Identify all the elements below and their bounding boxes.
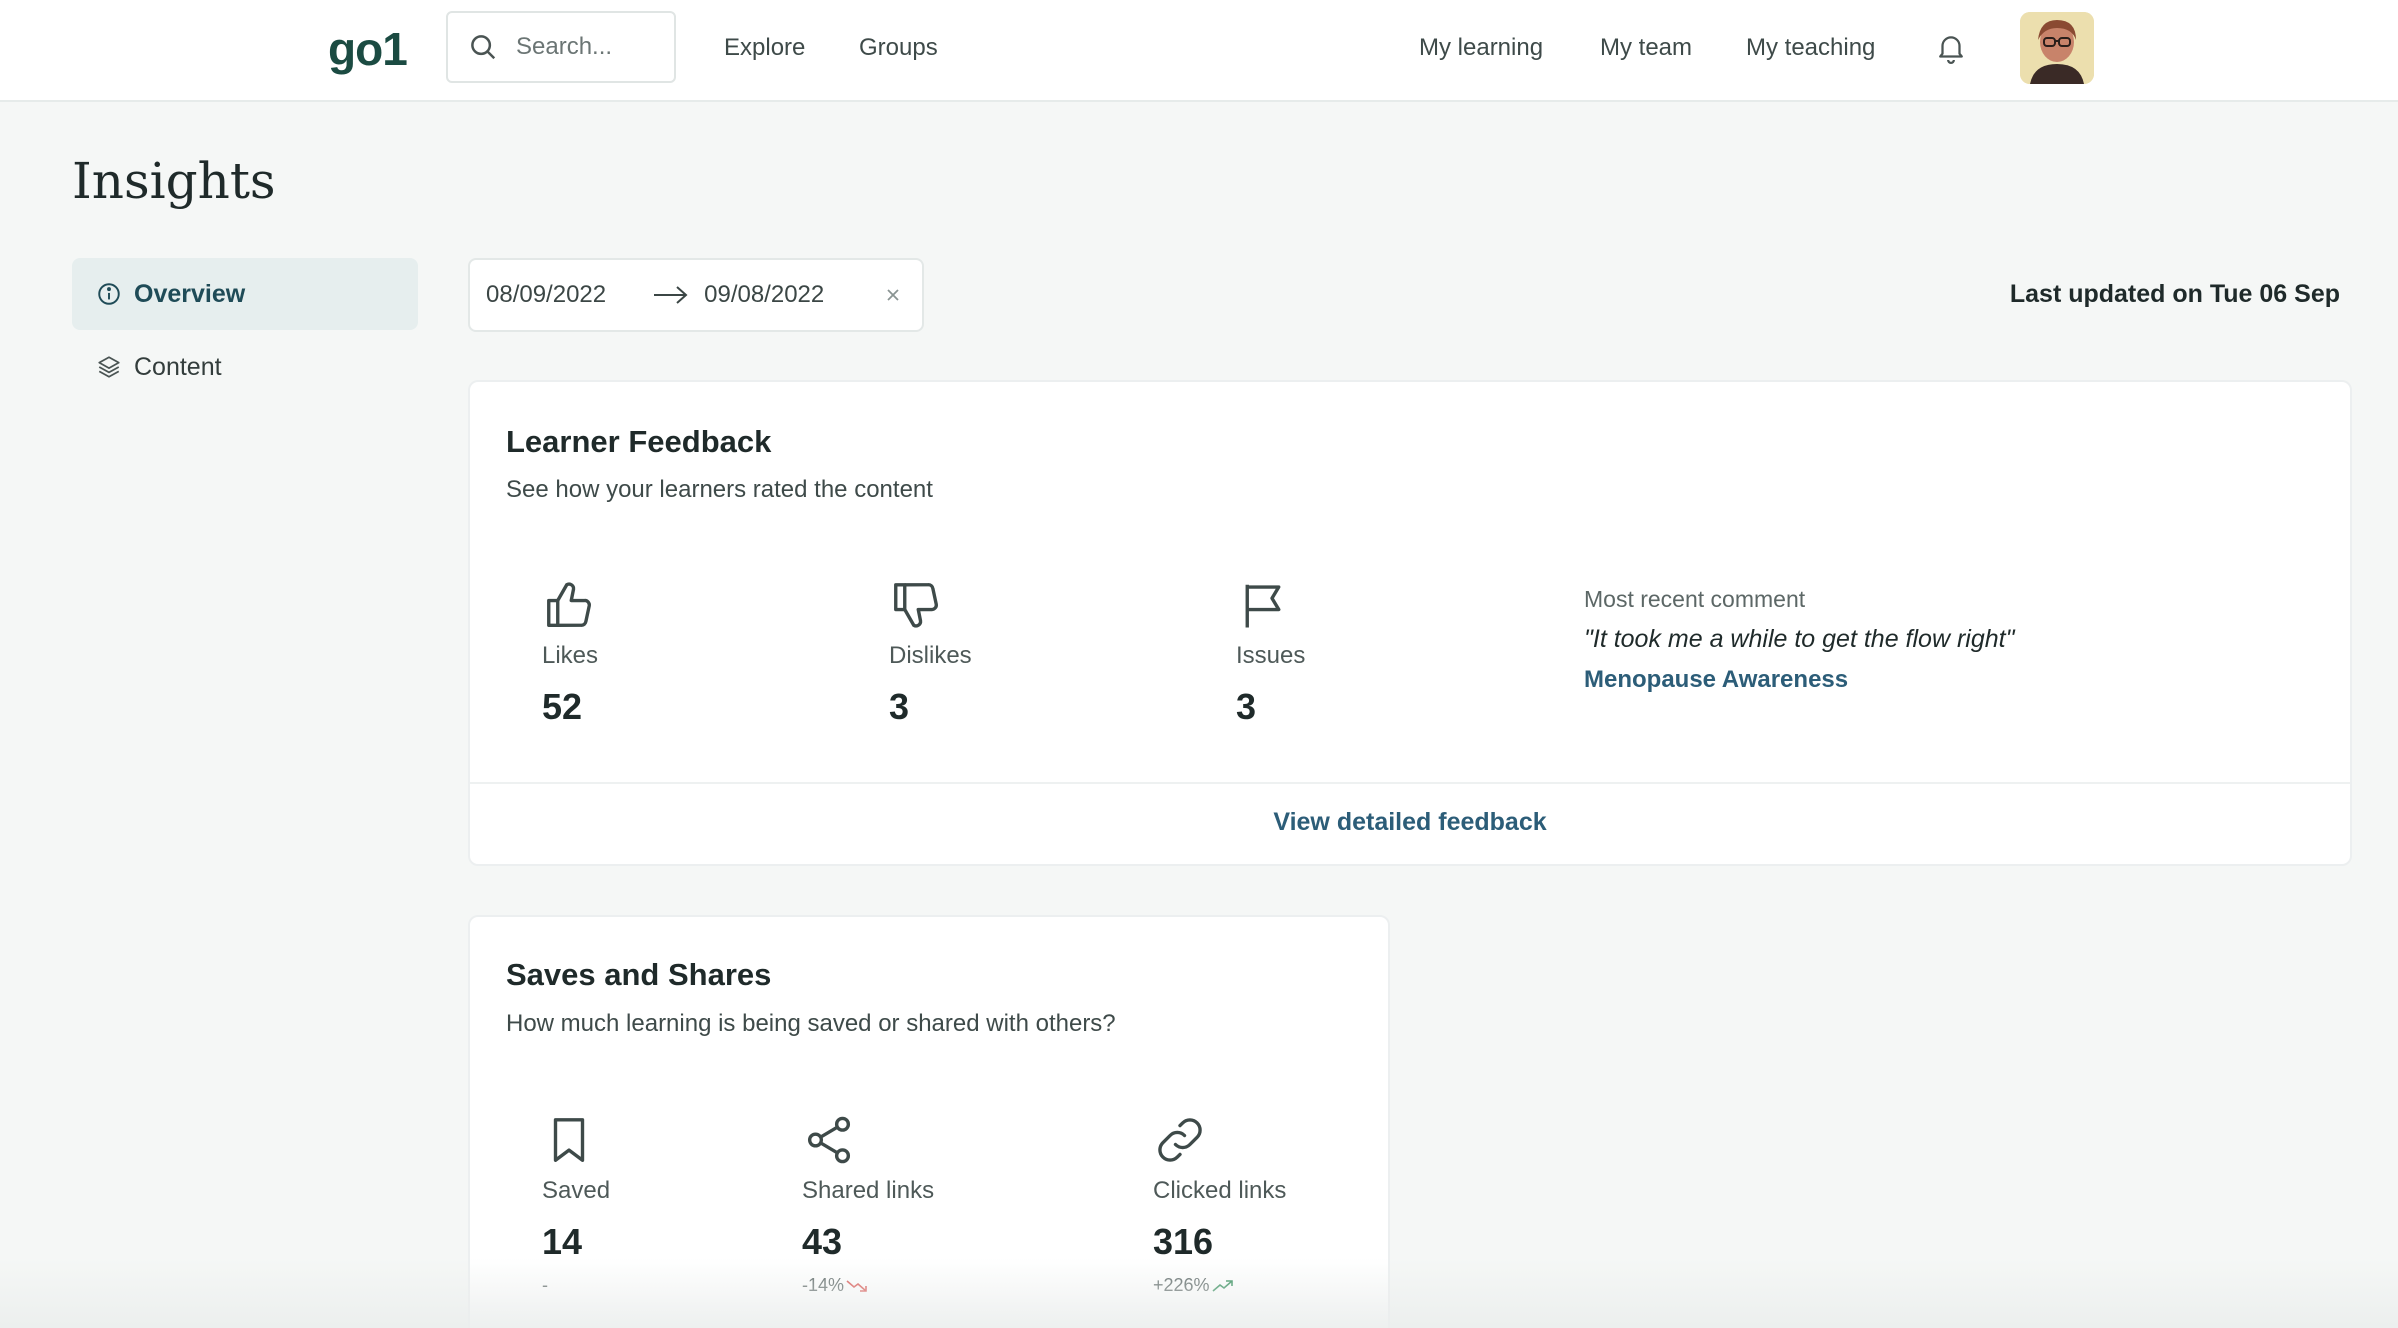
layers-icon — [98, 356, 120, 378]
trend-down-icon — [846, 1280, 867, 1293]
link-icon — [1158, 1118, 1202, 1162]
nav-explore[interactable]: Explore — [724, 34, 805, 62]
info-circle-icon — [98, 283, 120, 305]
comment-label: Most recent comment — [1584, 586, 1806, 612]
share-icon — [807, 1116, 851, 1164]
metric-value: 3 — [1236, 686, 1257, 727]
metric-label: Likes — [542, 642, 599, 669]
metric-value: 43 — [802, 1221, 843, 1262]
nav-groups[interactable]: Groups — [859, 34, 938, 62]
trend-up-icon — [1212, 1280, 1233, 1292]
sidebar-item-label: Content — [134, 352, 222, 381]
thumbs-down-icon — [894, 583, 938, 628]
metric-value: 52 — [542, 686, 583, 727]
comment-course-link[interactable]: Menopause Awareness — [1584, 666, 2014, 694]
metric-delta-wrap: -14% — [802, 1275, 934, 1296]
dislikes-metric: Dislikes 3 — [889, 578, 972, 728]
learner-feedback-card: Learner Feedback See how your learners r… — [468, 380, 2352, 866]
metric-label: Saved — [542, 1177, 611, 1204]
top-navigation-bar: go1 Explore Groups My learning My team M… — [0, 0, 2398, 102]
card-subtitle: See how your learners rated the content — [506, 476, 933, 503]
search-box[interactable] — [446, 11, 676, 83]
date-range-picker[interactable]: 08/09/2022 09/08/2022 — [468, 258, 924, 332]
bell-icon[interactable] — [1934, 30, 1968, 66]
metric-value: 316 — [1153, 1221, 1214, 1262]
comment-quote: "It took me a while to get the flow righ… — [1584, 625, 2015, 653]
go1-logo[interactable]: go1 — [328, 22, 408, 76]
shared-links-metric: Shared links 43 -14% — [802, 1113, 934, 1296]
likes-metric: Likes 52 — [542, 578, 598, 728]
page-title: Insights — [72, 152, 276, 210]
issues-metric: Issues 3 — [1236, 578, 1305, 728]
search-input[interactable] — [516, 33, 666, 61]
sidebar-item-label: Overview — [134, 279, 246, 308]
metric-delta-wrap: +226% — [1153, 1275, 1286, 1296]
user-avatar[interactable] — [2020, 12, 2094, 84]
card-title: Learner Feedback — [506, 424, 772, 459]
nav-my-team[interactable]: My team — [1600, 34, 1692, 62]
metric-delta: - — [542, 1275, 548, 1295]
metric-delta: +226% — [1153, 1275, 1210, 1295]
metric-delta: -14% — [802, 1275, 845, 1295]
close-icon[interactable] — [882, 284, 904, 306]
sidebar-item-content[interactable]: Content — [72, 331, 418, 403]
clicked-links-metric: Clicked links 316 +226% — [1153, 1113, 1286, 1296]
view-detailed-feedback-link[interactable]: View detailed feedback — [470, 808, 2350, 837]
most-recent-comment: Most recent comment "It took me a while … — [1584, 586, 2014, 694]
saved-metric: Saved 14 - — [542, 1113, 610, 1296]
flag-icon — [1245, 584, 1281, 628]
nav-my-teaching[interactable]: My teaching — [1746, 34, 1875, 62]
saves-and-shares-card: Saves and Shares How much learning is be… — [468, 915, 1390, 1328]
arrow-right-icon — [654, 286, 688, 304]
last-updated-text: Last updated on Tue 06 Sep — [2009, 280, 2340, 308]
metric-label: Clicked links — [1153, 1177, 1287, 1204]
card-subtitle: How much learning is being saved or shar… — [506, 1010, 1116, 1037]
metric-label: Dislikes — [889, 642, 972, 669]
metric-value: 3 — [889, 686, 910, 727]
metric-label: Shared links — [802, 1177, 935, 1204]
metric-value: 14 — [542, 1221, 583, 1262]
date-from[interactable]: 08/09/2022 — [486, 281, 606, 309]
date-to[interactable]: 09/08/2022 — [704, 281, 824, 309]
divider — [470, 782, 2350, 784]
thumbs-up-icon — [547, 582, 591, 627]
bookmark-icon — [553, 1118, 585, 1162]
search-icon — [471, 35, 496, 60]
nav-my-learning[interactable]: My learning — [1419, 34, 1543, 62]
card-title: Saves and Shares — [506, 957, 772, 992]
sidebar-item-overview[interactable]: Overview — [72, 258, 418, 330]
metric-label: Issues — [1236, 642, 1306, 669]
